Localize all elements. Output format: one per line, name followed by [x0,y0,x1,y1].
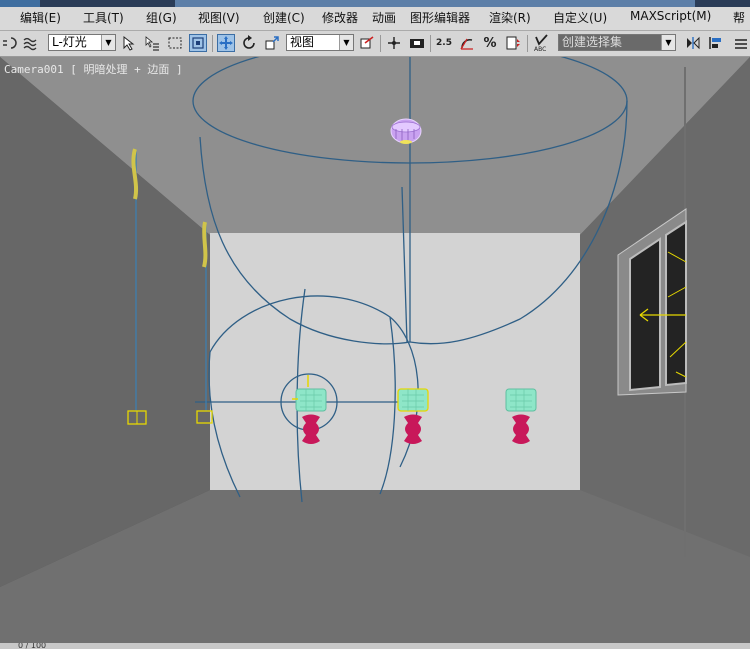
menu-customize[interactable]: 自定义(U) [553,9,607,26]
frame-counter: 0 / 100 [18,643,47,649]
layer-manager-icon[interactable] [732,34,750,52]
toolbar-divider [430,35,431,52]
percent-snap-icon[interactable]: % [481,34,499,52]
time-slider[interactable] [0,643,750,649]
camera-viewport[interactable]: Camera001 [ 明暗处理 + 边面 ] [0,57,750,643]
menu-create[interactable]: 创建(C) [263,9,305,26]
select-manipulate-icon[interactable] [385,34,403,52]
max-window: 编辑(E) 工具(T) 组(G) 视图(V) 创建(C) 修改器 动画 图形编辑… [0,0,750,649]
menu-edit[interactable]: 编辑(E) [20,9,61,26]
reference-coord-value: 视图 [290,35,315,49]
viewport-label[interactable]: Camera001 [ 明暗处理 + 边面 ] [4,61,183,77]
select-by-name-icon[interactable] [143,34,161,52]
title-bar-strip [0,0,750,7]
toolbar-divider [380,35,381,52]
rotate-icon[interactable] [240,34,258,52]
mirror-icon[interactable] [684,34,702,52]
toolbar-divider [527,35,528,52]
toolbar-divider [212,35,213,52]
named-selection-dropdown[interactable]: 创建选择集 ▼ [558,34,676,51]
menu-graph-editors[interactable]: 图形编辑器 [410,9,470,26]
menu-rendering[interactable]: 渲染(R) [489,9,531,26]
chevron-down-icon: ▼ [661,35,675,50]
snap-toggle-icon[interactable]: 2.5 [435,34,453,52]
angle-snap-icon[interactable] [458,34,476,52]
chevron-down-icon: ▼ [339,35,353,50]
svg-text:ABC: ABC [534,46,546,52]
scene-render [0,57,750,643]
unlink-icon[interactable] [0,34,18,52]
edit-named-selection-icon[interactable]: ABC [533,34,551,52]
menu-bar: 编辑(E) 工具(T) 组(G) 视图(V) 创建(C) 修改器 动画 图形编辑… [0,0,750,31]
menu-tools[interactable]: 工具(T) [83,9,124,26]
align-icon[interactable] [707,34,725,52]
reference-coord-dropdown[interactable]: 视图 ▼ [286,34,354,51]
menu-maxscript[interactable]: MAXScript(M) [630,9,711,23]
pivot-icon[interactable] [358,34,376,52]
menu-animation[interactable]: 动画 [372,9,396,26]
chevron-down-icon: ▼ [101,35,115,50]
window-crossing-icon[interactable] [189,34,207,52]
scale-icon[interactable] [263,34,281,52]
rectangular-selection-icon[interactable] [166,34,184,52]
menu-modifiers[interactable]: 修改器 [322,9,358,26]
selection-filter-dropdown[interactable]: L-灯光 ▼ [48,34,116,51]
select-object-icon[interactable] [120,34,138,52]
move-icon[interactable] [217,34,235,52]
main-toolbar: L-灯光 ▼ 视图 ▼ 2.5 % ABC 创建选择集 ▼ [0,31,750,57]
menu-group[interactable]: 组(G) [146,9,177,26]
named-selection-placeholder: 创建选择集 [562,35,623,49]
selection-filter-value: L-灯光 [52,35,87,49]
spinner-snap-icon[interactable] [504,34,522,52]
bind-spacewarp-icon[interactable] [22,34,40,52]
menu-views[interactable]: 视图(V) [198,9,240,26]
keyboard-shortcut-icon[interactable] [408,34,426,52]
snap-toggle-label: 2.5 [436,38,452,48]
menu-help[interactable]: 帮 [733,9,745,26]
